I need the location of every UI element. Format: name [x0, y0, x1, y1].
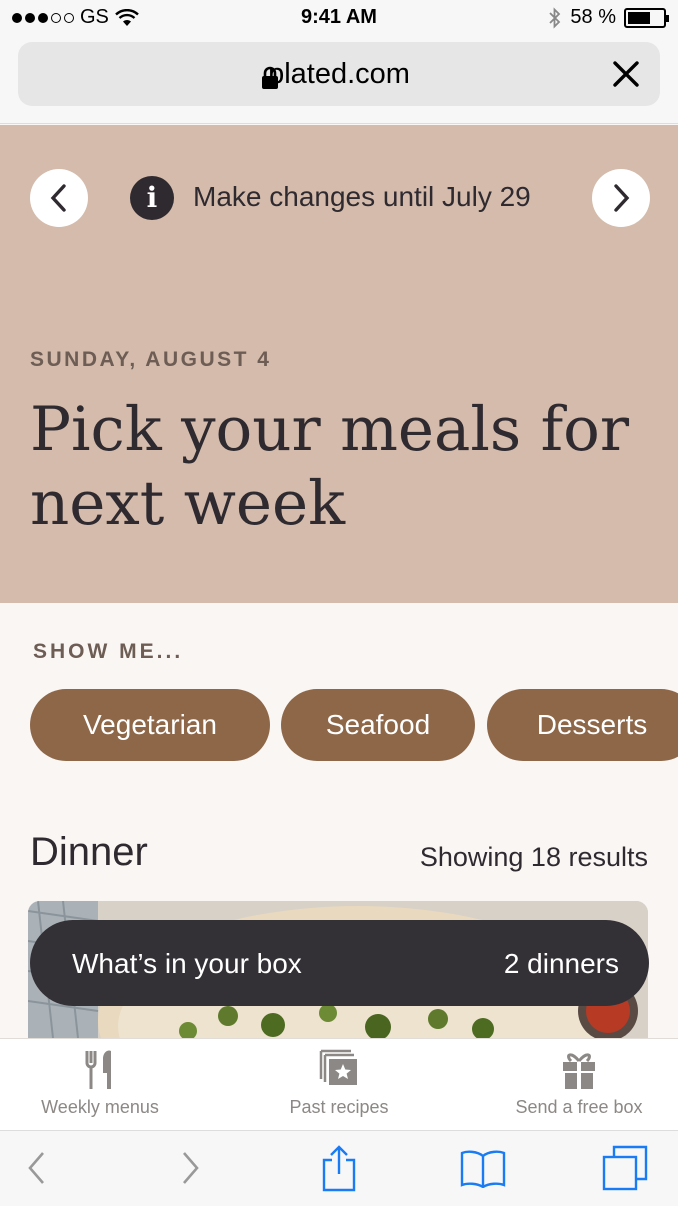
dinner-section-heading: Dinner [30, 830, 148, 874]
tab-label: Send a free box [515, 1097, 643, 1117]
tabs-icon [602, 1145, 648, 1191]
recipe-stack-icon [319, 1049, 357, 1085]
hero-banner: i Make changes until July 29 SUNDAY, AUG… [0, 125, 678, 603]
tab-past-recipes[interactable]: Past recipes [239, 1039, 439, 1131]
box-dinner-count: 2 dinners [503, 948, 619, 979]
battery-icon [624, 7, 669, 28]
chevron-left-icon [50, 184, 66, 212]
next-week-button[interactable] [592, 169, 650, 227]
url-text: plated.com [268, 58, 410, 90]
bookmarks-icon [460, 1150, 506, 1188]
tab-label: Weekly menus [41, 1097, 159, 1117]
changes-deadline-text: Make changes until July 29 [193, 181, 531, 212]
app-tab-bar: Weekly menus Past recipes Send a free bo… [0, 1038, 678, 1130]
tab-weekly-menus[interactable]: Weekly menus [0, 1039, 200, 1131]
previous-week-button[interactable] [30, 169, 88, 227]
filter-chip-desserts[interactable]: Desserts [487, 689, 678, 761]
close-icon[interactable] [606, 54, 646, 94]
filter-chip-seafood[interactable]: Seafood [281, 689, 475, 761]
share-icon [322, 1145, 356, 1192]
browser-toolbar [0, 1130, 678, 1206]
bluetooth-icon [549, 6, 561, 29]
box-label: What’s in your box [72, 948, 302, 979]
browser-forward-button[interactable] [165, 1143, 215, 1193]
delivery-date-label: SUNDAY, AUGUST 4 [30, 348, 272, 371]
status-bar: GS 9:41 AM 58 % [0, 0, 678, 36]
browser-share-button[interactable] [314, 1143, 364, 1193]
chevron-left-icon [28, 1152, 44, 1184]
browser-tabs-button[interactable] [600, 1143, 650, 1193]
browser-back-button[interactable] [12, 1143, 62, 1193]
tab-send-free-box[interactable]: Send a free box [480, 1039, 678, 1131]
page-title: Pick your meals for next week [30, 394, 630, 539]
whats-in-your-box-bar[interactable]: What’s in your box 2 dinners [30, 920, 649, 1006]
filter-chip-vegetarian[interactable]: Vegetarian [30, 689, 270, 761]
tab-label: Past recipes [289, 1097, 389, 1117]
address-bar[interactable]: plated.com [18, 42, 660, 106]
battery-percent: 58 % [570, 6, 616, 28]
gift-icon [563, 1053, 595, 1089]
fork-knife-icon [85, 1050, 111, 1089]
results-count: Showing 18 results [419, 842, 648, 872]
chevron-right-icon [183, 1152, 199, 1184]
info-icon[interactable]: i [130, 176, 174, 220]
browser-bookmarks-button[interactable] [458, 1143, 508, 1193]
filter-heading: SHOW ME... [33, 640, 184, 663]
browser-address-area: plated.com [0, 36, 678, 124]
chevron-right-icon [614, 184, 630, 212]
